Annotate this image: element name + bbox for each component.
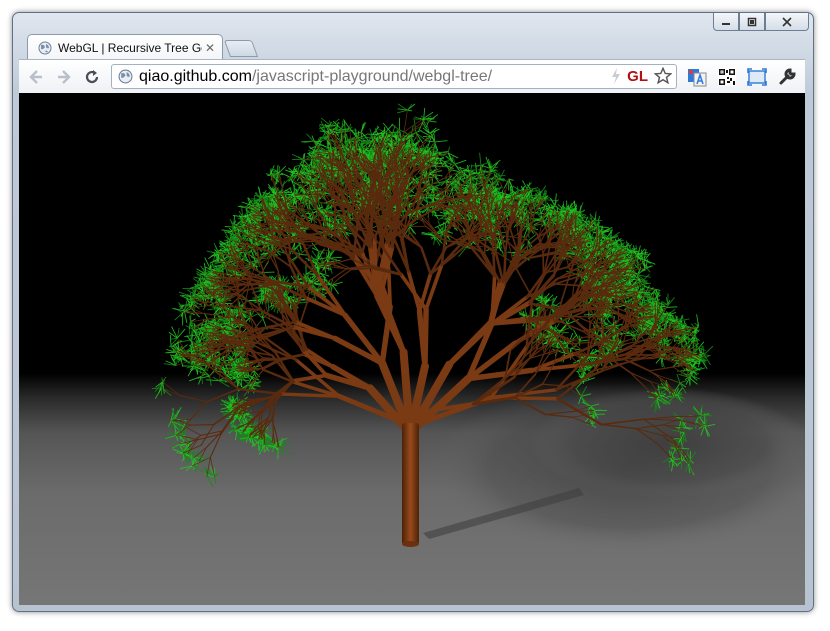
tab-title: WebGL | Recursive Tree Ger (58, 40, 202, 55)
reload-button[interactable] (81, 66, 103, 88)
close-window-button[interactable] (765, 13, 809, 31)
minimize-icon (722, 22, 730, 25)
tab-close-button[interactable]: ✕ (202, 41, 218, 55)
globe-icon (38, 41, 52, 54)
url-text: qiao.github.com/javascript-playground/we… (139, 68, 492, 86)
minimize-button[interactable] (713, 13, 739, 31)
url-host: qiao.github.com (139, 67, 252, 85)
qr-code-icon (718, 68, 736, 86)
webgl-canvas[interactable] (19, 93, 805, 605)
trunk-base (402, 541, 419, 547)
maximize-button[interactable] (739, 13, 765, 31)
url-path: /javascript-playground/webgl-tree/ (251, 67, 493, 85)
fullscreen-extension-button[interactable] (746, 66, 768, 88)
maximize-icon (747, 17, 757, 26)
gl-badge[interactable]: GL (627, 68, 648, 85)
forward-button[interactable] (53, 66, 75, 88)
qr-code-extension-button[interactable] (716, 66, 738, 88)
window-controls (713, 13, 809, 32)
translate-extension-button[interactable] (686, 66, 708, 88)
tree-scene (151, 103, 805, 553)
address-bar[interactable]: qiao.github.com/javascript-playground/we… (111, 64, 677, 89)
fullscreen-icon (747, 68, 767, 86)
star-icon[interactable] (654, 67, 672, 85)
back-button[interactable] (25, 66, 47, 88)
toolbar: qiao.github.com/javascript-playground/we… (19, 59, 805, 94)
reload-icon (85, 70, 99, 84)
wrench-icon (779, 68, 796, 85)
settings-wrench-button[interactable] (776, 66, 798, 88)
forward-arrow-icon (58, 70, 71, 84)
tree-shadow-canopy (529, 388, 805, 498)
translate-icon (688, 69, 707, 87)
tree-trunk (402, 423, 419, 545)
omnibox-actions: GL (611, 67, 672, 85)
new-tab-button[interactable] (223, 40, 259, 57)
browser-window: WebGL | Recursive Tree Ger ✕ qiao.github… (12, 12, 814, 612)
tab-webgl-tree[interactable]: WebGL | Recursive Tree Ger ✕ (27, 34, 223, 60)
close-icon (782, 16, 792, 27)
lightning-icon[interactable] (611, 68, 621, 84)
page-globe-icon (118, 69, 133, 84)
back-arrow-icon (29, 70, 42, 84)
